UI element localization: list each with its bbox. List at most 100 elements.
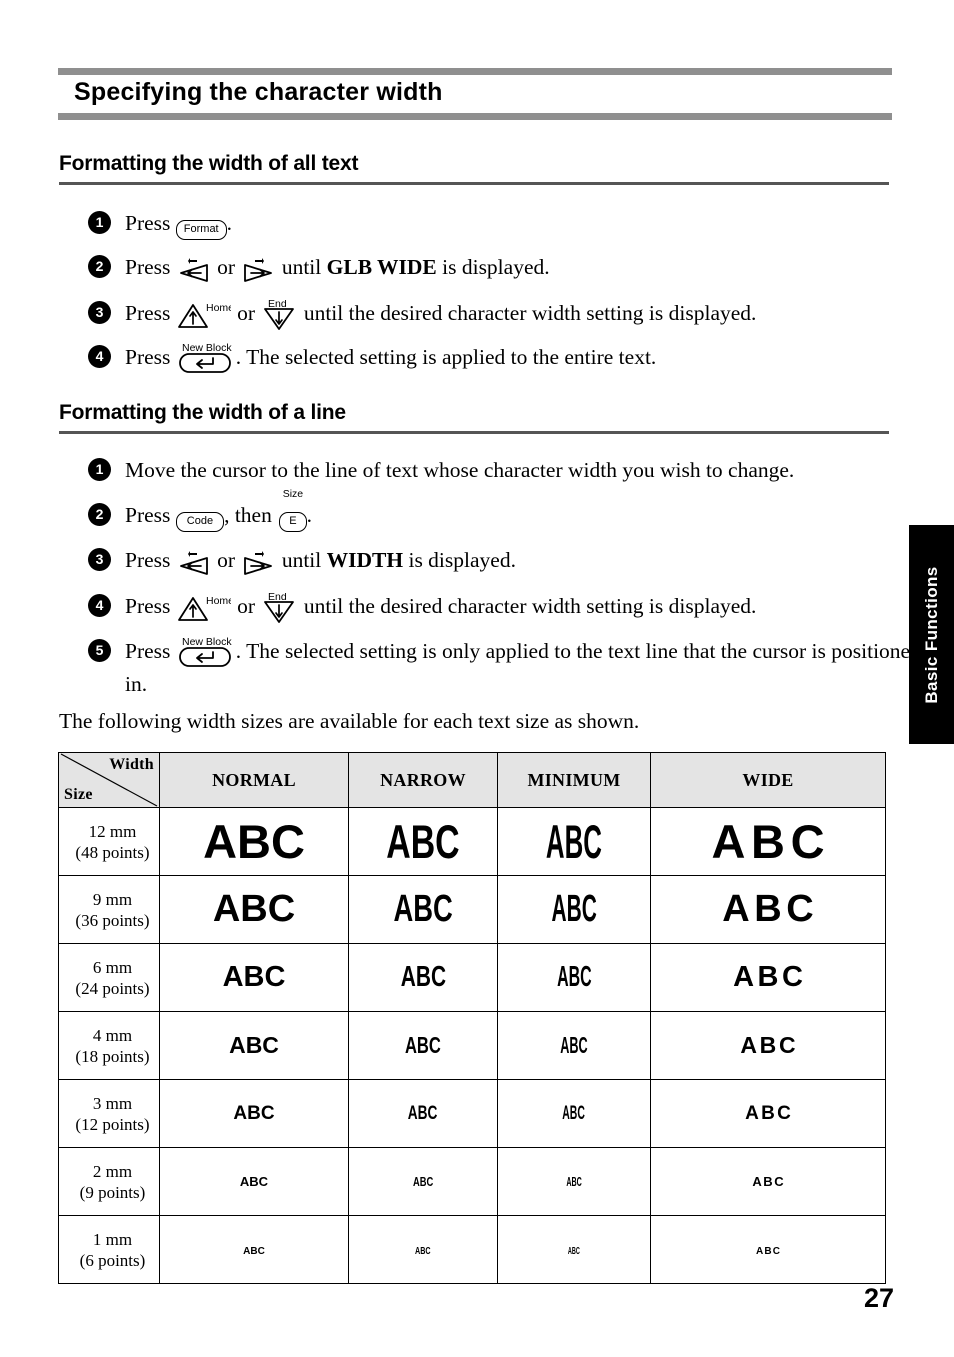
table-row: 2 mm (9 points) ABC ABC ABC ABC bbox=[58, 1147, 886, 1216]
down-arrow-key-icon[interactable]: End bbox=[261, 593, 297, 623]
code-key-icon[interactable]: Code bbox=[175, 502, 225, 533]
page-title: Specifying the character width bbox=[74, 78, 443, 106]
sample-cell-minimum: ABC bbox=[497, 875, 651, 944]
step-text: Press or until GLB WIDE is displayed. bbox=[125, 252, 925, 283]
sample-text: ABC bbox=[722, 888, 819, 930]
left-arrow-key-icon[interactable] bbox=[177, 548, 211, 576]
row-size-label: 6 mm (24 points) bbox=[58, 943, 160, 1012]
sample-cell-minimum: ABC bbox=[497, 1147, 651, 1216]
sample-text: ABC bbox=[239, 1173, 269, 1189]
sample-cell-normal: ABC bbox=[159, 1011, 349, 1080]
row-size-points: (36 points) bbox=[75, 910, 150, 930]
step-text-pre: Press bbox=[125, 345, 176, 369]
sample-text: ABC bbox=[222, 961, 286, 993]
up-arrow-key-sup: Home bbox=[206, 595, 231, 607]
sample-cell-normal: ABC bbox=[159, 875, 349, 944]
sample-text: ABC bbox=[556, 961, 592, 993]
row-size-label: 4 mm (18 points) bbox=[58, 1011, 160, 1080]
new-block-enter-key-icon[interactable]: New Block bbox=[177, 343, 235, 375]
section-heading-a-line: Formatting the width of a line bbox=[59, 401, 346, 424]
step-text: Press Home or End until the desired char… bbox=[125, 591, 935, 623]
sample-text: ABC bbox=[752, 1173, 786, 1189]
down-arrow-key-sup: End bbox=[268, 300, 287, 310]
step-text-pre: Press bbox=[125, 503, 176, 527]
sample-text: ABC bbox=[745, 1102, 794, 1124]
step-number: 4 bbox=[88, 594, 111, 617]
step-joiner: , then bbox=[224, 503, 278, 527]
table-row: 12 mm (48 points) ABC ABC ABC ABC bbox=[58, 807, 886, 876]
step-text-pre: Press bbox=[125, 548, 176, 572]
sample-text: ABC bbox=[229, 1032, 279, 1058]
sample-cell-minimum: ABC bbox=[497, 943, 651, 1012]
row-size-label: 1 mm (6 points) bbox=[58, 1215, 160, 1284]
sample-cell-wide: ABC bbox=[650, 1147, 886, 1216]
row-size-mm: 3 mm bbox=[92, 1093, 133, 1113]
manual-page: Specifying the character width Formattin… bbox=[0, 0, 954, 1357]
section-rule-2 bbox=[59, 431, 889, 434]
step-text: Press Home or End until the desired char… bbox=[125, 298, 935, 330]
step-text-post-b: is displayed. bbox=[436, 255, 550, 279]
sample-cell-narrow: ABC bbox=[348, 1215, 498, 1284]
row-size-mm: 9 mm bbox=[92, 889, 133, 909]
sample-cell-narrow: ABC bbox=[348, 807, 498, 876]
sample-text: ABC bbox=[233, 1102, 275, 1124]
row-size-label: 12 mm (48 points) bbox=[58, 807, 160, 876]
sample-cell-normal: ABC bbox=[159, 1147, 349, 1216]
row-size-label: 9 mm (36 points) bbox=[58, 875, 160, 944]
up-arrow-key-icon[interactable]: Home bbox=[177, 300, 231, 330]
new-block-key-sup: New Block bbox=[182, 637, 232, 648]
sample-cell-narrow: ABC bbox=[348, 875, 498, 944]
corner-width-label: Width bbox=[109, 756, 154, 773]
sample-cell-normal: ABC bbox=[159, 1215, 349, 1284]
new-block-key-sup: New Block bbox=[182, 343, 232, 354]
sample-text: ABC bbox=[551, 888, 597, 930]
column-header-normal: NORMAL bbox=[159, 752, 349, 808]
step-text: Press Format. bbox=[125, 208, 905, 241]
step-text: Press New Block . The selected setting i… bbox=[125, 636, 925, 699]
step-text-post: until the desired character width settin… bbox=[298, 594, 757, 618]
row-size-mm: 4 mm bbox=[92, 1025, 133, 1045]
sample-text: ABC bbox=[386, 815, 460, 868]
column-header-minimum: MINIMUM bbox=[497, 752, 651, 808]
side-tab-basic-functions: Basic Functions bbox=[909, 525, 954, 744]
sample-cell-wide: ABC bbox=[650, 807, 886, 876]
table-row: 6 mm (24 points) ABC ABC ABC ABC bbox=[58, 943, 886, 1012]
step-number: 1 bbox=[88, 211, 111, 234]
sample-text: ABC bbox=[400, 961, 446, 993]
step-joiner: or bbox=[211, 255, 241, 279]
table-header-row: Width Size NORMAL NARROW MINIMUM WIDE bbox=[58, 752, 886, 808]
sample-cell-narrow: ABC bbox=[348, 943, 498, 1012]
code-key-label: Code bbox=[175, 512, 225, 533]
sample-text: ABC bbox=[545, 815, 602, 868]
right-arrow-key-icon[interactable] bbox=[241, 255, 275, 283]
sample-cell-wide: ABC bbox=[650, 1079, 886, 1148]
step-number: 3 bbox=[88, 548, 111, 571]
sample-text: ABC bbox=[203, 815, 305, 868]
section-heading-all-text: Formatting the width of all text bbox=[59, 152, 359, 175]
sample-text: ABC bbox=[412, 1173, 434, 1189]
row-size-points: (12 points) bbox=[75, 1114, 150, 1134]
e-size-key-icon[interactable]: Size E bbox=[279, 489, 307, 533]
row-size-mm: 6 mm bbox=[92, 957, 133, 977]
up-arrow-key-icon[interactable]: Home bbox=[177, 593, 231, 623]
row-size-points: (48 points) bbox=[75, 842, 150, 862]
new-block-enter-key-icon[interactable]: New Block bbox=[177, 637, 235, 669]
sample-text: ABC bbox=[562, 1102, 586, 1124]
section-rule-1 bbox=[59, 182, 889, 185]
side-tab-label: Basic Functions bbox=[921, 565, 941, 704]
sample-text: ABC bbox=[415, 1245, 431, 1257]
table-row: 4 mm (18 points) ABC ABC ABC ABC bbox=[58, 1011, 886, 1080]
step-text-post: . The selected setting is applied to the… bbox=[235, 345, 657, 369]
format-key-icon[interactable]: Format bbox=[175, 210, 227, 241]
sample-cell-narrow: ABC bbox=[348, 1011, 498, 1080]
table-body: 12 mm (48 points) ABC ABC ABC ABC 9 mm (36 poin… bbox=[58, 807, 886, 1284]
e-key-sup: Size bbox=[282, 488, 304, 501]
down-arrow-key-icon[interactable]: End bbox=[261, 300, 297, 330]
sample-text: ABC bbox=[711, 815, 831, 868]
width-size-table: Width Size NORMAL NARROW MINIMUM WIDE 12… bbox=[58, 752, 886, 1284]
right-arrow-key-icon[interactable] bbox=[241, 548, 275, 576]
sample-cell-narrow: ABC bbox=[348, 1147, 498, 1216]
down-arrow-key-sup: End bbox=[268, 593, 287, 603]
left-arrow-key-icon[interactable] bbox=[177, 255, 211, 283]
step-joiner: or bbox=[231, 301, 261, 325]
